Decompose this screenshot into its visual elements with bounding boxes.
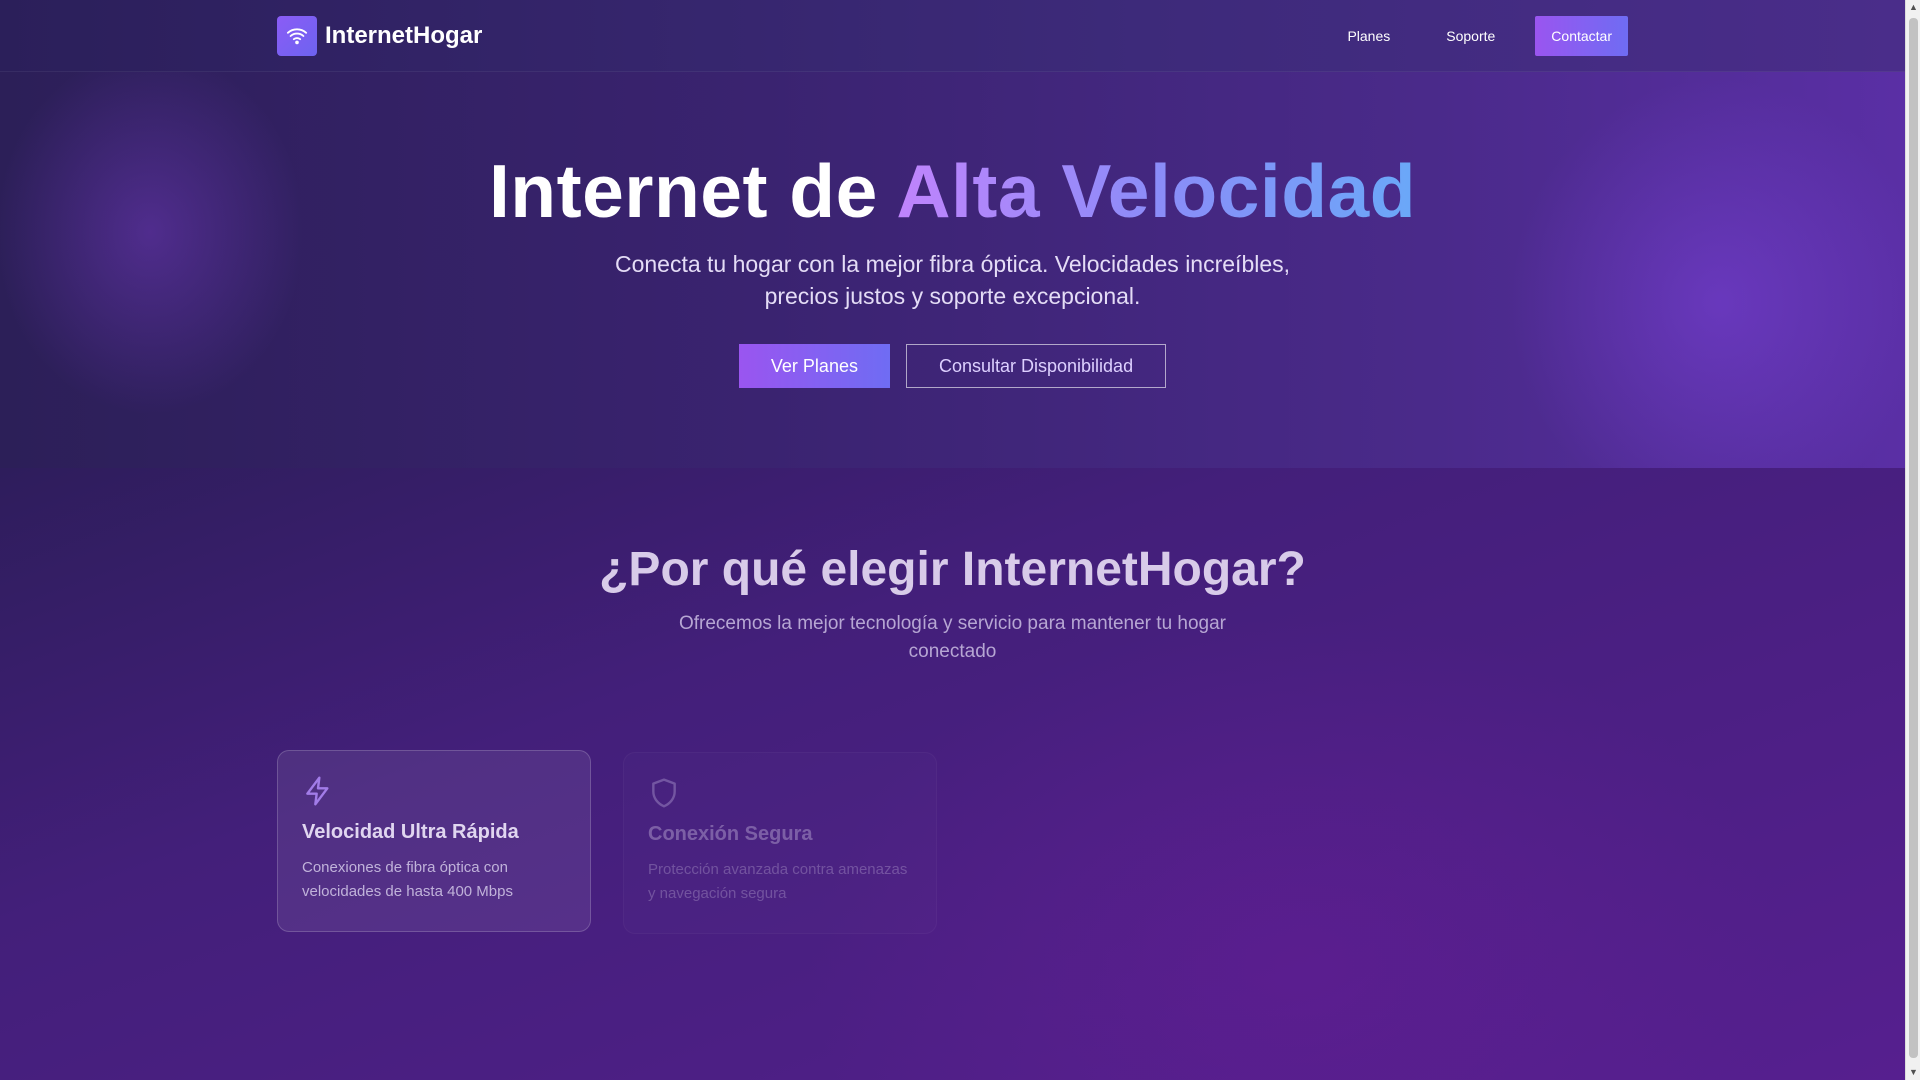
shield-icon [648,777,680,809]
page: InternetHogar Planes Soporte Contactar I… [0,0,1920,1080]
vertical-scrollbar[interactable]: ▲ ▼ [1905,0,1920,1080]
lightning-icon [302,775,334,807]
feature-card-speed: Velocidad Ultra Rápida Conexiones de fib… [277,750,591,932]
nav-link-planes[interactable]: Planes [1319,28,1418,44]
feature-card-title: Conexión Segura [648,823,813,845]
scroll-up-icon[interactable]: ▲ [1906,0,1920,15]
contact-button[interactable]: Contactar [1535,15,1628,56]
features-title: ¿Por qué elegir InternetHogar? [599,543,1306,596]
feature-card-title: Velocidad Ultra Rápida [302,821,519,843]
scroll-down-icon[interactable]: ▼ [1906,1065,1920,1080]
brand[interactable]: InternetHogar [277,15,483,56]
nav-link-soporte[interactable]: Soporte [1418,28,1523,44]
features-section: ¿Por qué elegir InternetHogar? Ofrecemos… [0,468,1905,1080]
feature-card-text: Protección avanzada contra amenazas y na… [648,861,908,902]
view-plans-button[interactable]: Ver Planes [738,344,890,388]
features-subtitle: Ofrecemos la mejor tecnología y servicio… [678,613,1227,662]
brand-name: InternetHogar [325,21,483,49]
hero-subtitle: Conecta tu hogar con la mejor fibra ópti… [614,251,1291,309]
check-availability-button[interactable]: Consultar Disponibilidad [905,344,1167,388]
hero-section: Internet de Alta Velocidad Conecta tu ho… [0,72,1905,468]
hero-actions: Ver Planes Consultar Disponibilidad [0,344,1905,388]
site-header: InternetHogar Planes Soporte Contactar [0,0,1905,72]
scrollbar-thumb[interactable] [1909,18,1918,1058]
main-nav: Planes Soporte Contactar [1319,15,1628,56]
wifi-icon [277,15,317,56]
hero-title-accent: Alta Velocidad [896,149,1417,233]
hero-title-prefix: Internet de [488,149,897,233]
hero-title: Internet de Alta Velocidad [0,148,1905,234]
feature-card-text: Conexiones de fibra óptica con velocidad… [302,859,513,900]
feature-card-security: Conexión Segura Protección avanzada cont… [623,752,937,934]
